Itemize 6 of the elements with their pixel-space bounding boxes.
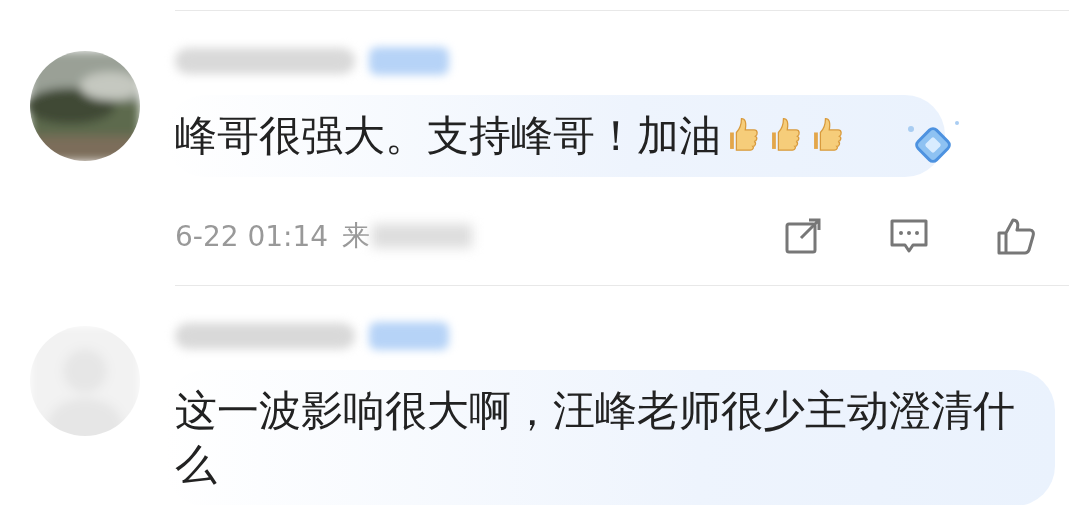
comment-text: 峰哥很强大。支持峰哥！加油 <box>175 109 847 163</box>
comment-time: 6-22 01:14 <box>175 219 329 253</box>
comment-text: 这一波影响很大啊，汪峰老师很少主动澄清什么 <box>175 385 1016 491</box>
share-icon[interactable] <box>783 216 823 256</box>
comment-source: 来 <box>342 218 371 254</box>
like-icon[interactable] <box>995 216 1035 256</box>
